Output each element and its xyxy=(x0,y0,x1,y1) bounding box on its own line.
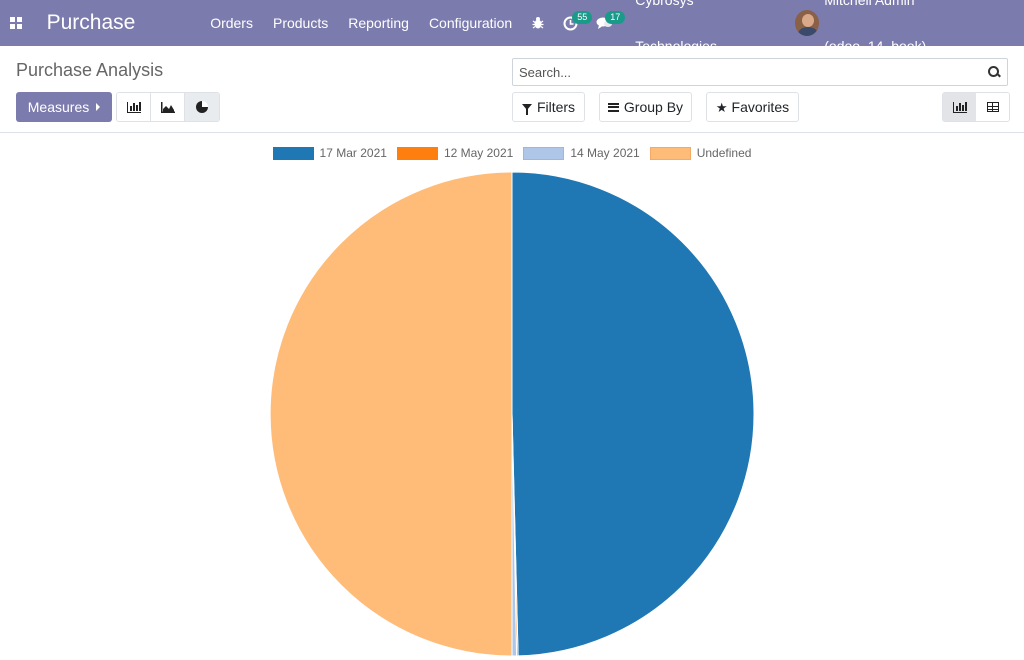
systray: 55 17 Cybrosys Technologies Mitchell Adm… xyxy=(522,0,1024,54)
legend-label: 12 May 2021 xyxy=(443,146,514,160)
filters-label: Filters xyxy=(536,99,576,115)
legend-entry[interactable]: 14 May 2021 xyxy=(523,146,640,160)
pie-slice[interactable] xyxy=(269,171,513,657)
favorites-button[interactable]: ★ Favorites xyxy=(706,92,799,122)
menu-products[interactable]: Products xyxy=(263,0,338,46)
top-navbar: Purchase Orders Products Reporting Confi… xyxy=(0,0,1024,54)
message-count-badge: 17 xyxy=(605,11,626,24)
bar-chart-mode-button[interactable] xyxy=(117,93,151,121)
legend-swatch xyxy=(272,146,314,160)
search-input[interactable] xyxy=(519,64,987,80)
search-box xyxy=(512,58,1008,86)
chart-legend: 17 Mar 2021 12 May 2021 14 May 2021 Unde… xyxy=(0,146,1024,160)
filter-icon xyxy=(521,104,532,115)
menu-reporting[interactable]: Reporting xyxy=(338,0,419,46)
area-chart-icon xyxy=(160,101,175,113)
pie-slice[interactable] xyxy=(511,171,755,657)
menu-configuration[interactable]: Configuration xyxy=(419,0,522,46)
legend-label: 14 May 2021 xyxy=(570,146,640,160)
legend-label: 17 Mar 2021 xyxy=(319,146,387,160)
legend-swatch xyxy=(523,146,565,160)
user-avatar xyxy=(794,10,820,36)
user-menu[interactable]: Mitchell Admin (odoo_14_book) xyxy=(786,0,1024,54)
app-title[interactable]: Purchase xyxy=(47,11,201,35)
measures-label: Measures xyxy=(27,99,90,115)
legend-entry[interactable]: Undefined xyxy=(649,146,752,160)
apps-menu-icon[interactable] xyxy=(0,0,33,46)
chart-area xyxy=(0,165,1024,660)
table-icon xyxy=(986,102,999,112)
bar-chart-icon xyxy=(952,101,967,113)
legend-entry[interactable]: 17 Mar 2021 xyxy=(272,146,387,160)
group-by-button[interactable]: Group By xyxy=(599,92,692,122)
filters-button[interactable]: Filters xyxy=(512,92,585,122)
favorites-label: Favorites xyxy=(731,99,790,115)
search-icon[interactable] xyxy=(987,65,1001,79)
bars-icon xyxy=(607,102,619,112)
pie-chart xyxy=(269,171,755,657)
pie-chart-mode-button[interactable] xyxy=(185,93,219,121)
pie-chart-icon xyxy=(196,101,208,113)
page-title: Purchase Analysis xyxy=(16,60,164,80)
legend-swatch xyxy=(396,146,438,160)
menu-orders[interactable]: Orders xyxy=(200,0,263,46)
measures-button[interactable]: Measures xyxy=(16,92,112,122)
debug-bug-icon[interactable] xyxy=(522,0,554,46)
main-menu: Orders Products Reporting Configuration xyxy=(200,0,522,46)
chart-mode-group xyxy=(116,92,220,122)
bar-chart-icon xyxy=(126,101,141,113)
legend-label: Undefined xyxy=(696,146,752,160)
view-switcher xyxy=(942,92,1010,122)
line-chart-mode-button[interactable] xyxy=(151,93,185,121)
activity-clock-icon[interactable]: 55 xyxy=(554,0,593,46)
caret-right-icon xyxy=(96,103,101,111)
graph-view-button[interactable] xyxy=(943,93,976,121)
legend-swatch xyxy=(649,146,691,160)
group-by-label: Group By xyxy=(623,99,684,115)
pivot-view-button[interactable] xyxy=(976,93,1009,121)
messaging-comments-icon[interactable]: 17 xyxy=(587,0,626,46)
company-switcher[interactable]: Cybrosys Technologies xyxy=(626,0,780,54)
control-panel: Purchase Analysis Measures Filters Group… xyxy=(0,46,1024,133)
legend-entry[interactable]: 12 May 2021 xyxy=(396,146,514,160)
star-icon: ★ xyxy=(715,99,728,115)
